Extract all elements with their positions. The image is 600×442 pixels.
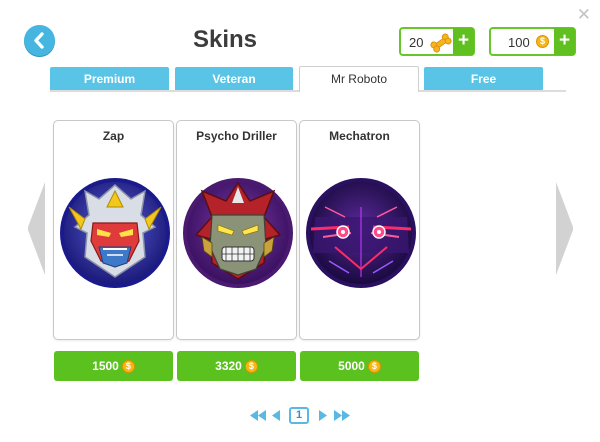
prev-page-icon[interactable]: [272, 410, 281, 421]
tab-mr-roboto[interactable]: Mr Roboto: [299, 66, 419, 92]
zap-robot-portrait: [60, 178, 170, 288]
bones-currency: 20 +: [399, 27, 475, 56]
price-label: 1500: [92, 359, 119, 373]
tab-premium[interactable]: Premium: [50, 67, 169, 90]
price-label: 5000: [338, 359, 365, 373]
coin-icon: $: [367, 360, 381, 374]
skin-card-mechatron[interactable]: Mechatron: [299, 120, 420, 340]
skin-category-tabs: Premium Veteran Mr Roboto Free: [50, 66, 566, 92]
coins-currency: 100 $ +: [489, 27, 576, 56]
next-page-icon[interactable]: [318, 410, 327, 421]
scroll-right-icon[interactable]: [554, 182, 574, 275]
arrow-left-icon: [34, 32, 44, 49]
coins-amount: 100: [508, 35, 530, 50]
scroll-left-icon[interactable]: [27, 182, 47, 275]
skin-name: Psycho Driller: [196, 129, 277, 143]
mechatron-robot-portrait: [306, 178, 416, 288]
add-bones-button[interactable]: +: [453, 28, 474, 55]
psycho-driller-robot-portrait: [183, 178, 293, 288]
back-button[interactable]: [24, 25, 55, 56]
add-coins-button[interactable]: +: [554, 28, 575, 55]
buy-button-zap[interactable]: 1500 $: [54, 351, 173, 381]
skin-card-zap[interactable]: Zap: [53, 120, 174, 340]
close-icon[interactable]: ✕: [577, 6, 591, 23]
coin-icon: $: [536, 35, 549, 48]
skin-card-psycho-driller[interactable]: Psycho Driller: [176, 120, 297, 340]
skin-name: Zap: [102, 129, 125, 143]
bones-amount: 20: [409, 35, 424, 50]
buy-button-psycho-driller[interactable]: 3320 $: [177, 351, 296, 381]
pagination: 1: [250, 407, 360, 425]
tab-veteran[interactable]: Veteran: [175, 67, 293, 90]
coin-icon: $: [121, 360, 135, 374]
tab-free[interactable]: Free: [424, 67, 543, 90]
page-title: Skins: [192, 26, 258, 53]
buy-button-mechatron[interactable]: 5000 $: [300, 351, 419, 381]
price-label: 3320: [215, 359, 242, 373]
coin-icon: $: [244, 360, 258, 374]
current-page-indicator[interactable]: 1: [289, 407, 309, 424]
skin-name: Mechatron: [329, 129, 390, 143]
last-page-icon[interactable]: [334, 410, 350, 421]
first-page-icon[interactable]: [250, 410, 266, 421]
bone-icon: [430, 33, 452, 53]
